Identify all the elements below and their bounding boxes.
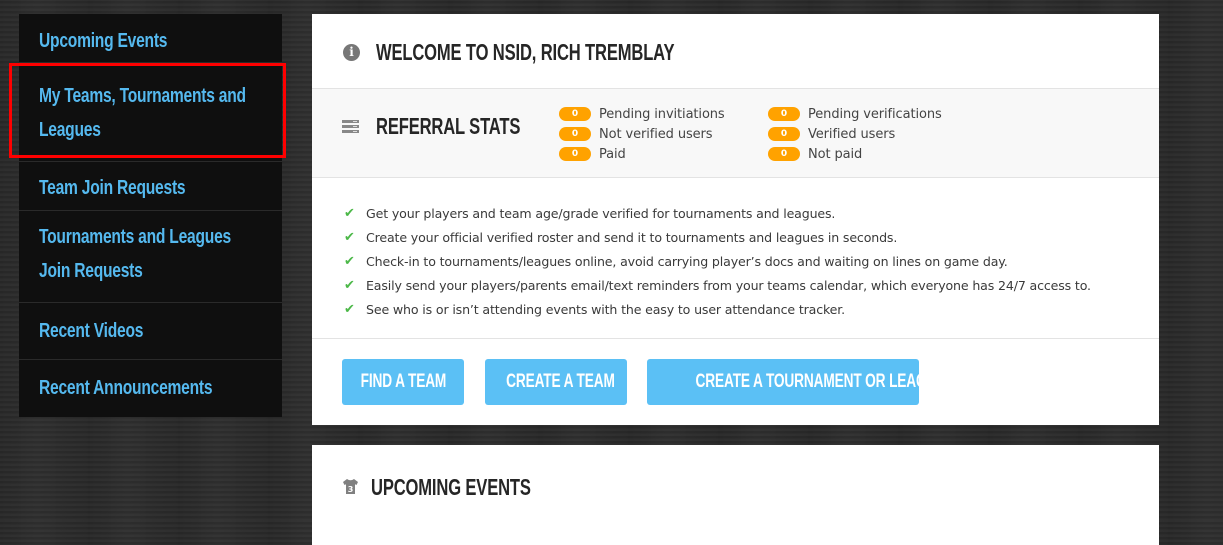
count-badge: 0: [768, 147, 800, 161]
stat-label: Pending invitiations: [599, 106, 725, 122]
referral-stats-title: Referral Stats: [376, 113, 521, 139]
upcoming-events-title: Upcoming Events: [371, 474, 531, 500]
sidebar-item-tournament-join-requests[interactable]: Tournaments and Leagues Join Requests: [19, 211, 282, 303]
welcome-header: i Welcome to NSID, Rich Tremblay: [312, 14, 1159, 89]
sidebar-item-upcoming-events[interactable]: Upcoming Events: [19, 14, 282, 63]
feature-item: ✔ Easily send your players/parents email…: [312, 273, 1159, 297]
sidebar-item-team-join-requests[interactable]: Team Join Requests: [19, 162, 282, 211]
stats-column: 0 Pending invitiations 0 Not verified us…: [559, 104, 725, 164]
feature-text: Easily send your players/parents email/t…: [366, 277, 1091, 293]
feature-item: ✔ See who is or isn’t attending events w…: [312, 297, 1159, 321]
button-label: Create a Tournament or League: [695, 371, 919, 392]
button-label: Create a Team: [506, 371, 615, 392]
stat-row: 0 Verified users: [768, 124, 942, 144]
stat-label: Not paid: [808, 146, 863, 162]
count-badge: 0: [559, 107, 591, 121]
referral-stats: Referral Stats 0 Pending invitiations 0 …: [312, 89, 1159, 178]
count-badge: 0: [559, 127, 591, 141]
feature-item: ✔ Get your players and team age/grade ve…: [312, 201, 1159, 225]
welcome-card: i Welcome to NSID, Rich Tremblay Referra…: [312, 14, 1159, 425]
sidebar-item-label: My Teams, Tournaments and Leagues: [39, 85, 246, 141]
button-label: Find a Team: [360, 371, 446, 392]
sidebar-item-label: Recent Announcements: [39, 377, 213, 399]
check-icon: ✔: [344, 229, 355, 245]
stats-column: 0 Pending verifications 0 Verified users…: [768, 104, 942, 164]
check-icon: ✔: [344, 301, 355, 317]
sidebar-item-my-teams[interactable]: My Teams, Tournaments and Leagues: [19, 63, 282, 162]
server-list-icon: [342, 120, 359, 135]
info-icon: i: [343, 44, 360, 61]
sidebar-item-label: Upcoming Events: [39, 30, 168, 52]
feature-text: Create your official verified roster and…: [366, 229, 898, 245]
sidebar-item-label: Team Join Requests: [39, 177, 186, 199]
action-buttons: Find a Team Create a Team Create a Tourn…: [312, 339, 1159, 426]
stat-row: 0 Pending invitiations: [559, 104, 725, 124]
stat-row: 0 Not verified users: [559, 124, 725, 144]
sidebar-item-label: Tournaments and Leagues Join Requests: [39, 226, 231, 282]
svg-text:3: 3: [348, 485, 354, 494]
check-icon: ✔: [344, 205, 355, 221]
stat-label: Paid: [599, 146, 626, 162]
stat-row: 0 Not paid: [768, 144, 942, 164]
feature-text: See who is or isn’t attending events wit…: [366, 301, 846, 317]
find-team-button[interactable]: Find a Team: [342, 359, 464, 405]
count-badge: 0: [559, 147, 591, 161]
stat-row: 0 Paid: [559, 144, 725, 164]
feature-item: ✔ Check-in to tournaments/leagues online…: [312, 249, 1159, 273]
upcoming-events-card: 3 Upcoming Events: [312, 445, 1159, 545]
stat-row: 0 Pending verifications: [768, 104, 942, 124]
stat-label: Pending verifications: [808, 106, 942, 122]
check-icon: ✔: [344, 253, 355, 269]
create-tournament-button[interactable]: Create a Tournament or League: [647, 359, 919, 405]
stat-label: Not verified users: [599, 126, 713, 142]
check-icon: ✔: [344, 277, 355, 293]
feature-text: Check-in to tournaments/leagues online, …: [366, 253, 1008, 269]
feature-item: ✔ Create your official verified roster a…: [312, 225, 1159, 249]
jersey-icon: 3: [343, 479, 358, 494]
sidebar-item-recent-announcements[interactable]: Recent Announcements: [19, 360, 282, 417]
create-team-button[interactable]: Create a Team: [485, 359, 627, 405]
count-badge: 0: [768, 127, 800, 141]
sidebar-nav: Upcoming Events My Teams, Tournaments an…: [19, 14, 282, 417]
sidebar-item-label: Recent Videos: [39, 320, 144, 342]
feature-list: ✔ Get your players and team age/grade ve…: [312, 178, 1159, 339]
count-badge: 0: [768, 107, 800, 121]
stat-label: Verified users: [808, 126, 896, 142]
sidebar-item-recent-videos[interactable]: Recent Videos: [19, 303, 282, 360]
welcome-title: Welcome to NSID, Rich Tremblay: [376, 39, 675, 65]
feature-text: Get your players and team age/grade veri…: [366, 205, 836, 221]
